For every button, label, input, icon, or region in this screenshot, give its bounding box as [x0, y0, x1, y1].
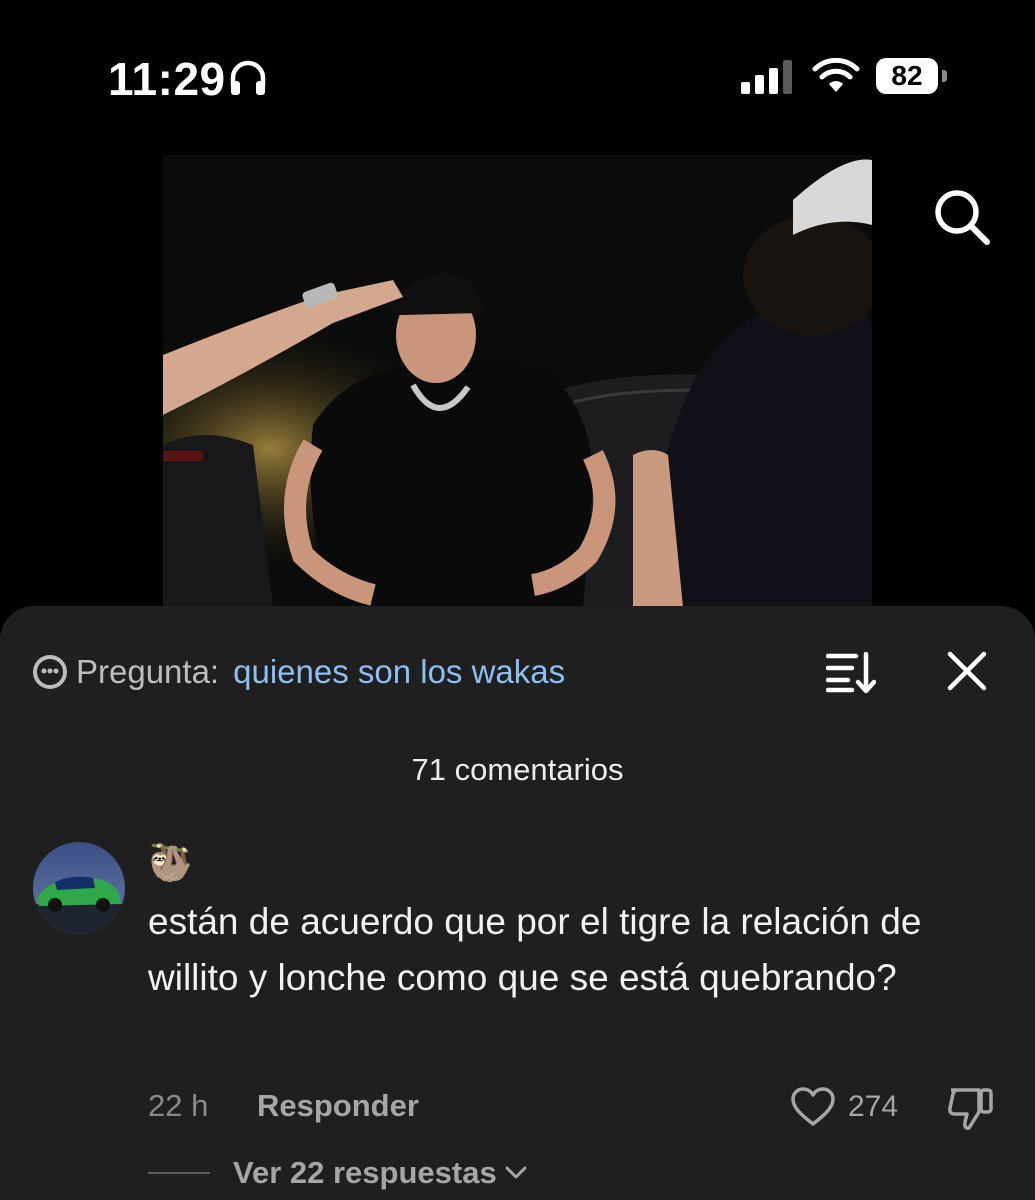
close-icon[interactable]	[946, 650, 988, 692]
video-player[interactable]	[163, 155, 872, 607]
like-icon[interactable]	[790, 1086, 836, 1128]
question-link[interactable]: quienes son los wakas	[233, 653, 565, 691]
wifi-icon	[812, 58, 860, 92]
replies-divider	[148, 1172, 210, 1174]
headphones-icon	[230, 60, 266, 95]
video-frame	[163, 155, 872, 607]
question-header[interactable]: Pregunta: quienes son los wakas	[32, 650, 565, 694]
chevron-down-icon	[505, 1166, 527, 1179]
dislike-icon[interactable]	[945, 1084, 995, 1132]
battery-icon: 82	[876, 58, 938, 94]
question-prefix: Pregunta:	[76, 653, 220, 690]
comments-count: 71 comentarios	[411, 752, 624, 787]
comment-text: están de acuerdo que por el tigre la rel…	[148, 901, 922, 998]
battery-level: 82	[891, 60, 923, 91]
view-replies-button[interactable]: Ver 22 respuestas	[233, 1155, 529, 1191]
avatar-image	[33, 842, 125, 934]
search-icon[interactable]	[930, 185, 992, 247]
comment-time: 22 h	[148, 1088, 209, 1123]
sort-icon[interactable]	[826, 650, 876, 694]
signal-icon	[741, 60, 792, 94]
view-replies-label: Ver 22 respuestas	[233, 1155, 497, 1190]
question-icon	[33, 655, 67, 689]
battery-cap	[942, 70, 947, 82]
like-count: 274	[848, 1090, 899, 1123]
comment-username[interactable]: 🦥	[148, 842, 193, 884]
avatar[interactable]	[33, 842, 125, 934]
comments-sheet: Pregunta: quienes son los wakas 71 comen…	[0, 606, 1035, 1200]
status-bar: 11:29 82	[0, 0, 1035, 150]
reply-button[interactable]: Responder	[257, 1088, 419, 1124]
status-time: 11:29	[108, 53, 226, 105]
